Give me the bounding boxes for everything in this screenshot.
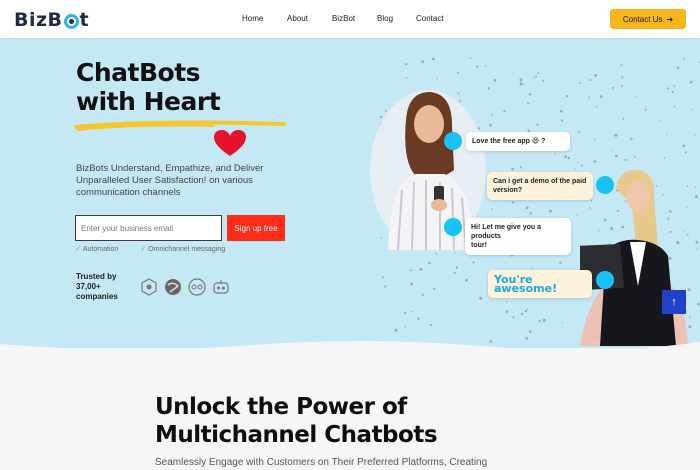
trusted-line1: Trusted by xyxy=(76,272,117,281)
chat-dot-1 xyxy=(444,132,462,150)
trusted-line3: companies xyxy=(76,292,118,301)
hero-title-line2: with Heart xyxy=(76,87,221,116)
check-icon: ✓ xyxy=(140,246,147,253)
trusted-count: 37,00+ xyxy=(76,282,101,291)
section-title: Unlock the Power of Multichannel Chatbot… xyxy=(155,393,438,449)
nav-bizbot[interactable]: BizBot xyxy=(332,14,355,23)
site-header: BizB t Home About BizBot Blog Contact Co… xyxy=(0,0,700,38)
chat-message-3-line2: tour! xyxy=(471,242,487,249)
contact-us-label: Contact Us xyxy=(622,14,663,24)
hero-description: BizBots Understand, Empathize, and Deliv… xyxy=(76,163,264,198)
title-underline-stroke xyxy=(74,120,286,131)
section-title-line2: Multichannel Chatbots xyxy=(155,422,438,448)
chat-message-4: You're awesome! xyxy=(494,273,558,295)
logo-text-start: BizB xyxy=(14,9,63,31)
nav-about[interactable]: About xyxy=(287,14,308,23)
heart-icon xyxy=(214,130,246,156)
bizbot-logo[interactable]: BizB t xyxy=(14,9,89,31)
partner-logo-globe-icon xyxy=(164,278,182,296)
sign-up-free-button[interactable]: Sign up free xyxy=(227,215,285,241)
feature-omnichannel: ✓ Omnichannel messaging xyxy=(140,246,235,253)
chat-bubble-3: Hi! Let me give you a products tour! xyxy=(465,218,571,255)
partner-logo-robot-icon xyxy=(212,278,230,296)
chat-message-3-line1: Hi! Let me give you a products xyxy=(471,224,542,240)
check-icon: ✓ xyxy=(75,246,81,253)
chat-message-2-line2: version? xyxy=(493,187,523,194)
contact-us-button[interactable]: Contact Us ➔ xyxy=(610,9,686,29)
arrow-right-icon: ➔ xyxy=(666,14,674,24)
chat-bubble-1: Love the free app 😄 ? xyxy=(466,132,570,151)
chat-message-1: Love the free app 😄 ? xyxy=(472,138,546,145)
section-subtitle: Seamlessly Engage with Customers on Thei… xyxy=(155,457,488,468)
logo-text-end: t xyxy=(79,9,90,31)
partner-logo-badge-icon xyxy=(188,278,206,296)
arrow-up-icon: ↑ xyxy=(671,296,677,308)
hero-title-line1: ChatBots xyxy=(76,58,201,87)
business-email-input[interactable] xyxy=(75,215,222,241)
nav-contact[interactable]: Contact xyxy=(416,14,444,23)
woman-with-laptop-image xyxy=(580,169,688,346)
nav-blog[interactable]: Blog xyxy=(377,14,393,23)
chat-message-2-line1: Can i get a demo of the paid xyxy=(493,178,587,185)
partner-logo-polygon-icon xyxy=(140,278,158,296)
chat-bubble-4: You're awesome! xyxy=(488,270,592,298)
logo-o-icon xyxy=(63,13,79,29)
feature-list: ✓ Automation ✓ Omnichannel messaging xyxy=(75,245,245,253)
scroll-to-top-button[interactable]: ↑ xyxy=(662,290,686,314)
feature-automation-label: Automation xyxy=(82,246,119,253)
feature-automation: ✓ Automation xyxy=(75,246,128,253)
chat-bubble-2: Can i get a demo of the paid version? xyxy=(487,172,593,200)
nav-home[interactable]: Home xyxy=(242,14,263,23)
chat-dot-2 xyxy=(596,176,614,194)
trusted-by-text: Trusted by 37,00+ companies xyxy=(76,272,126,302)
section-title-line1: Unlock the Power of xyxy=(155,394,407,420)
chat-dot-4 xyxy=(596,271,614,289)
chat-dot-3 xyxy=(444,218,462,236)
partner-logos xyxy=(140,278,230,296)
feature-omnichannel-label: Omnichannel messaging xyxy=(148,246,226,253)
hero-wave-divider xyxy=(0,341,700,362)
hero-title: ChatBots with Heart xyxy=(76,58,221,116)
